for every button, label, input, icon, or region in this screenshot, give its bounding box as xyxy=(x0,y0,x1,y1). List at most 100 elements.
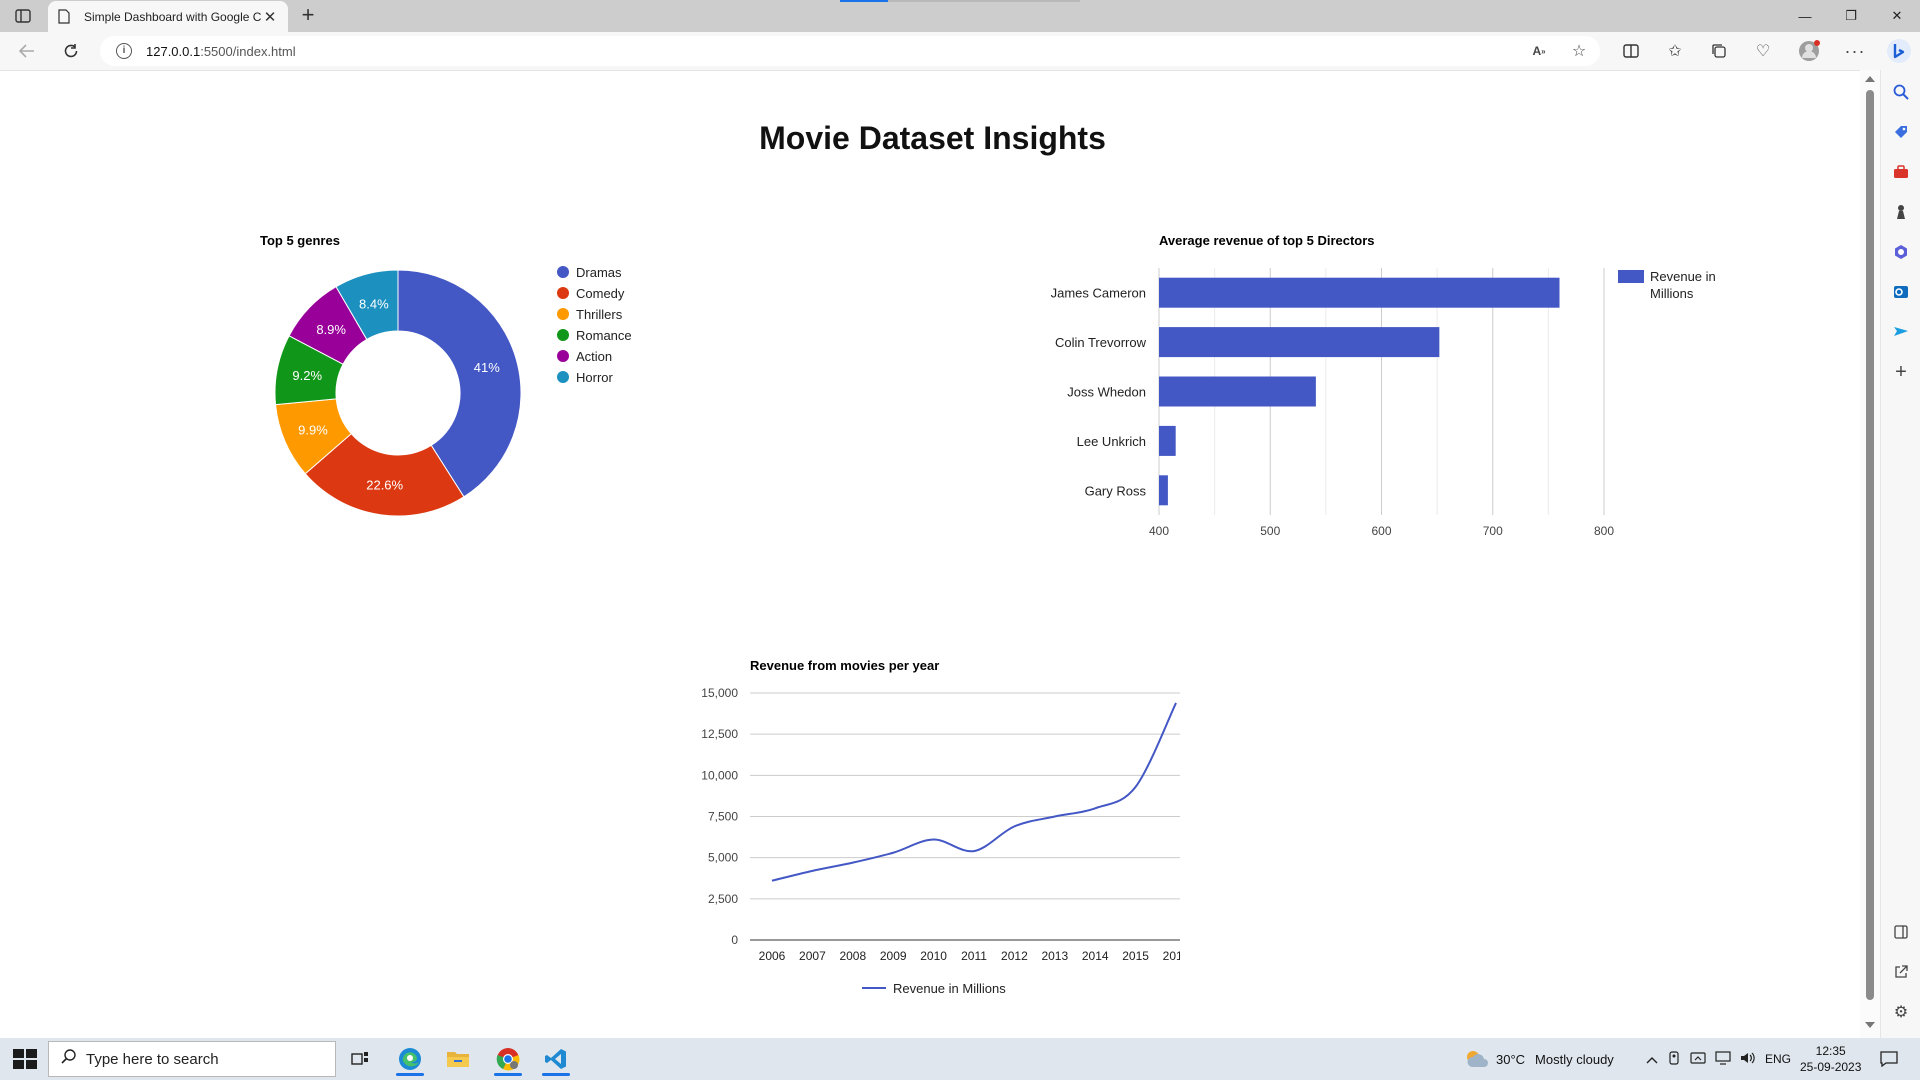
slice-label: 22.6% xyxy=(366,478,403,493)
slice-label: 9.2% xyxy=(292,368,322,383)
x-tick-label: 2011 xyxy=(961,949,987,963)
legend-label: Romance xyxy=(576,328,632,343)
x-tick-label: 2008 xyxy=(839,949,866,963)
x-tick-label: 2009 xyxy=(880,949,907,963)
volume-icon[interactable] xyxy=(1740,1051,1756,1068)
legend-marker xyxy=(557,308,569,320)
tools-briefcase-icon[interactable] xyxy=(1889,160,1913,184)
legend-marker xyxy=(557,266,569,278)
new-tab-icon[interactable]: + xyxy=(296,4,320,28)
legend-marker xyxy=(557,287,569,299)
clock-time: 12:35 xyxy=(1815,1044,1846,1058)
file-explorer-icon[interactable] xyxy=(436,1042,480,1076)
chevron-up-icon[interactable] xyxy=(1646,1052,1658,1067)
legend-label: Horror xyxy=(576,370,614,385)
window-close-icon[interactable]: ✕ xyxy=(1874,0,1920,32)
y-tick-label: 7,500 xyxy=(708,810,738,824)
settings-more-icon[interactable]: ··· xyxy=(1844,40,1866,62)
tab-title: Simple Dashboard with Google Charts xyxy=(84,9,262,24)
bar-lee-unkrich xyxy=(1159,425,1176,456)
favorite-star-icon[interactable]: ☆ xyxy=(1568,40,1590,62)
chrome-app-icon[interactable] xyxy=(486,1042,530,1076)
sidebar-settings-icon[interactable]: ⚙ xyxy=(1889,1000,1913,1024)
copilot-icon[interactable] xyxy=(1884,36,1914,66)
weather-widget[interactable]: 30°C Mostly cloudy xyxy=(1464,1038,1614,1080)
send-drop-icon[interactable] xyxy=(1889,320,1913,344)
back-icon[interactable] xyxy=(16,40,38,62)
directors-bar-chart: Average revenue of top 5 Directors 400 500… xyxy=(1030,225,1770,555)
scroll-down-arrow[interactable] xyxy=(1865,1022,1875,1028)
page-title: Movie Dataset Insights xyxy=(759,120,1106,156)
profile-avatar[interactable] xyxy=(1798,40,1820,62)
slice-label: 9.9% xyxy=(298,422,328,437)
y-tick-label: 10,000 xyxy=(701,768,738,782)
slice-label: 8.9% xyxy=(316,322,346,337)
system-tray: ENG xyxy=(1646,1038,1791,1080)
x-tick-label: 400 xyxy=(1149,524,1169,538)
legend-marker xyxy=(557,371,569,383)
search-icon xyxy=(61,1049,76,1069)
address-bar[interactable]: i 127.0.0.1:5500/index.html xyxy=(100,36,1600,66)
clock[interactable]: 12:35 25-09-2023 xyxy=(1800,1038,1861,1080)
revenue-line-chart: Revenue from movies per year 0 2,500 5,000 7… xyxy=(640,650,1194,1010)
network-icon[interactable] xyxy=(1715,1050,1731,1068)
y-tick-label: 2,500 xyxy=(708,892,738,906)
browser-essentials-icon[interactable]: ♡ xyxy=(1752,40,1774,62)
task-view-icon[interactable] xyxy=(338,1042,382,1076)
minimize-icon[interactable]: — xyxy=(1782,0,1828,32)
language-indicator[interactable]: ENG xyxy=(1765,1052,1791,1066)
legend-marker xyxy=(1618,270,1644,283)
legend-marker xyxy=(557,329,569,341)
legend-label: Action xyxy=(576,349,612,364)
favorites-icon[interactable]: ✩ xyxy=(1664,40,1686,62)
legend-label: Revenue in Millions xyxy=(1650,269,1716,301)
open-external-icon[interactable] xyxy=(1889,960,1913,984)
camera-icon[interactable] xyxy=(1667,1050,1681,1068)
taskbar-search-input[interactable]: Type here to search xyxy=(48,1041,336,1077)
edge-sidebar: + ⚙ xyxy=(1880,70,1920,1038)
windows-taskbar: Type here to search 30°C Mostly cloudy E… xyxy=(0,1038,1920,1080)
microsoft-365-icon[interactable] xyxy=(1889,240,1913,264)
windows-start-icon[interactable] xyxy=(10,1046,37,1072)
scroll-up-arrow[interactable] xyxy=(1865,76,1875,82)
refresh-icon[interactable] xyxy=(60,40,82,62)
meet-now-icon[interactable] xyxy=(1690,1051,1706,1068)
y-category-label: Lee Unkrich xyxy=(1077,434,1146,449)
outlook-icon[interactable] xyxy=(1889,280,1913,304)
y-category-label: Colin Trevorrow xyxy=(1055,335,1147,350)
url-host: 127.0.0.1 xyxy=(146,43,201,59)
legend-label: Comedy xyxy=(576,286,625,301)
page-scrollbar[interactable] xyxy=(1860,70,1880,1038)
x-tick-label: 2006 xyxy=(759,949,786,963)
browser-toolbar: i 127.0.0.1:5500/index.html A» ☆ ✩ ♡ ··· xyxy=(0,32,1920,70)
x-tick-label: 800 xyxy=(1594,524,1614,538)
tab-actions-icon[interactable] xyxy=(12,6,34,26)
shopping-tag-icon[interactable] xyxy=(1889,120,1913,144)
browser-tab[interactable]: Simple Dashboard with Google Charts ✕ xyxy=(48,1,288,32)
x-tick-label: 700 xyxy=(1483,524,1503,538)
notifications-icon[interactable] xyxy=(1880,1038,1898,1080)
scrollbar-thumb[interactable] xyxy=(1866,90,1874,1000)
site-info-icon[interactable]: i xyxy=(116,43,132,59)
slice-label: 8.4% xyxy=(359,297,389,312)
read-aloud-icon[interactable]: A» xyxy=(1528,40,1550,62)
edge-app-icon[interactable] xyxy=(388,1042,432,1076)
search-icon[interactable] xyxy=(1889,80,1913,104)
vscode-app-icon[interactable] xyxy=(534,1042,578,1076)
bar-james-cameron xyxy=(1159,277,1560,308)
legend-marker xyxy=(557,350,569,362)
legend-label: Thrillers xyxy=(576,307,623,322)
collections-icon[interactable] xyxy=(1708,40,1730,62)
games-chess-icon[interactable] xyxy=(1889,200,1913,224)
sidebar-toggle-icon[interactable] xyxy=(1889,920,1913,944)
x-tick-label: 2012 xyxy=(1001,949,1028,963)
clock-date: 25-09-2023 xyxy=(1800,1060,1862,1074)
loading-indicator xyxy=(840,0,888,2)
bar-gary-ross xyxy=(1159,475,1168,506)
x-tick-label: 2014 xyxy=(1082,949,1109,963)
split-screen-icon[interactable] xyxy=(1620,40,1642,62)
tab-close-icon[interactable]: ✕ xyxy=(262,8,278,26)
restore-icon[interactable]: ❐ xyxy=(1828,0,1874,32)
search-placeholder: Type here to search xyxy=(86,1050,219,1068)
add-sidebar-item-icon[interactable]: + xyxy=(1889,360,1913,384)
